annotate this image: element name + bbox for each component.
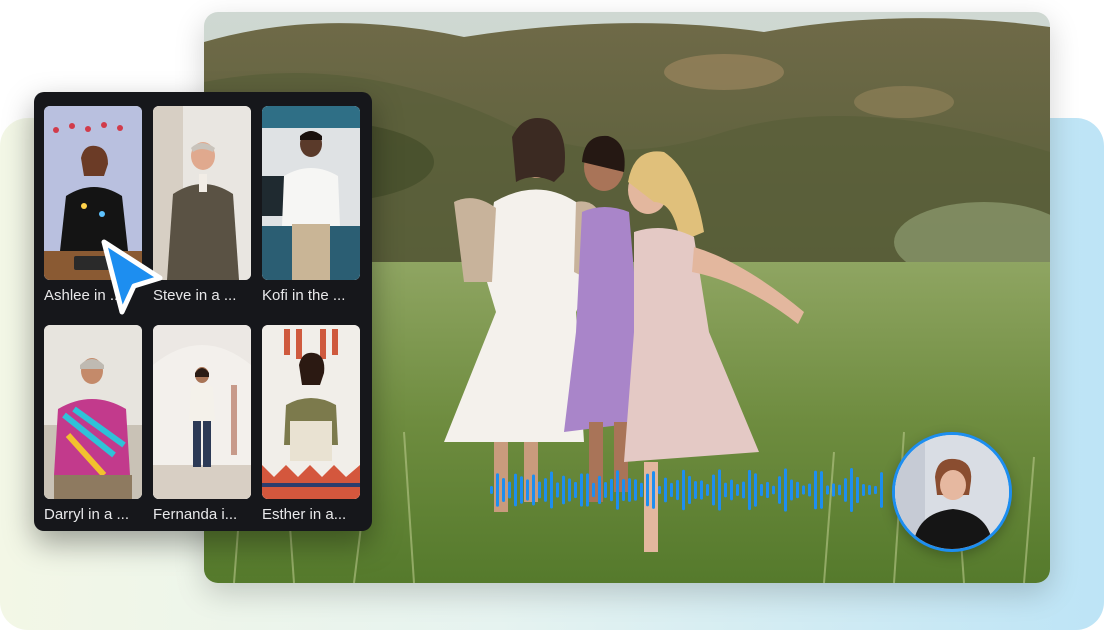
audio-waveform-icon xyxy=(490,468,883,512)
waveform-bar xyxy=(820,471,823,509)
waveform-bar xyxy=(544,478,547,502)
webcam-avatar-bubble[interactable] xyxy=(892,432,1012,552)
waveform-bar xyxy=(874,485,877,495)
waveform-bar xyxy=(598,475,601,505)
avatar-panel: Ashlee in ... Steve in a ... Kofi in the… xyxy=(34,92,372,531)
avatar-card-darryl[interactable]: Darryl in a ... xyxy=(44,325,142,523)
waveform-bar xyxy=(880,472,883,508)
waveform-bar xyxy=(574,481,577,499)
waveform-bar xyxy=(526,479,529,501)
waveform-bar xyxy=(700,480,703,500)
waveform-bar xyxy=(844,478,847,502)
waveform-bar xyxy=(610,478,613,502)
avatar-card-esther[interactable]: Esther in a... xyxy=(262,325,360,523)
waveform-bar xyxy=(718,469,721,511)
waveform-bar xyxy=(508,481,511,499)
avatar-card-label: Steve in a ... xyxy=(153,287,237,304)
avatar-thumbnail xyxy=(262,106,360,280)
waveform-bar xyxy=(826,485,829,495)
waveform-bar xyxy=(790,479,793,501)
waveform-bar xyxy=(568,478,571,502)
waveform-bar xyxy=(832,483,835,497)
waveform-bar xyxy=(772,485,775,495)
waveform-bar xyxy=(760,483,763,497)
waveform-bar xyxy=(688,475,691,505)
waveform-bar xyxy=(796,481,799,499)
avatar-thumbnail xyxy=(262,325,360,499)
waveform-bar xyxy=(676,479,679,501)
waveform-bar xyxy=(778,476,781,504)
waveform-bar xyxy=(634,479,637,501)
avatar-card-label: Esther in a... xyxy=(262,506,347,523)
waveform-bar xyxy=(694,480,697,500)
waveform-bar xyxy=(808,483,811,497)
avatar-card-label: Kofi in the ... xyxy=(262,287,346,304)
waveform-bar xyxy=(646,473,649,507)
waveform-bar xyxy=(652,471,655,509)
avatar-card-fernanda[interactable]: Fernanda i... xyxy=(153,325,251,523)
waveform-bar xyxy=(664,477,667,503)
presenter-avatar xyxy=(895,435,1009,549)
waveform-bar xyxy=(496,473,499,507)
waveform-bar xyxy=(862,483,865,497)
waveform-bar xyxy=(586,473,589,507)
waveform-bar xyxy=(850,468,853,512)
waveform-bar xyxy=(640,482,643,498)
waveform-bar xyxy=(712,474,715,506)
waveform-bar xyxy=(730,479,733,501)
avatar-thumbnail xyxy=(44,325,142,499)
avatar-thumbnail xyxy=(153,325,251,499)
waveform-bar xyxy=(550,471,553,509)
waveform-bar xyxy=(838,484,841,496)
waveform-bar xyxy=(616,470,619,510)
waveform-bar xyxy=(520,476,523,504)
waveform-bar xyxy=(604,482,607,498)
waveform-bar xyxy=(742,481,745,499)
waveform-bar xyxy=(754,473,757,507)
waveform-bar xyxy=(868,485,871,495)
waveform-bar xyxy=(532,474,535,506)
waveform-bar xyxy=(538,481,541,499)
waveform-bar xyxy=(724,482,727,498)
waveform-bar xyxy=(748,469,751,511)
avatar-card-kofi[interactable]: Kofi in the ... xyxy=(262,106,360,304)
waveform-bar xyxy=(502,477,505,503)
waveform-bar xyxy=(622,478,625,502)
waveform-bar xyxy=(628,478,631,502)
waveform-bar xyxy=(580,473,583,507)
waveform-bar xyxy=(736,484,739,496)
waveform-bar xyxy=(802,485,805,495)
waveform-bar xyxy=(814,470,817,510)
waveform-bar xyxy=(856,476,859,504)
avatar-card-label: Darryl in a ... xyxy=(44,506,130,523)
waveform-bar xyxy=(556,482,559,498)
waveform-bar xyxy=(670,482,673,498)
waveform-bar xyxy=(514,473,517,507)
waveform-bar xyxy=(658,485,661,495)
avatar-card-label: Fernanda i... xyxy=(153,506,238,523)
waveform-bar xyxy=(706,484,709,496)
waveform-bar xyxy=(490,486,493,494)
waveform-bar xyxy=(766,481,769,499)
waveform-bar xyxy=(562,475,565,505)
waveform-bar xyxy=(784,468,787,512)
waveform-bar xyxy=(592,482,595,498)
pointer-arrow-icon xyxy=(101,239,163,315)
waveform-bar xyxy=(682,469,685,511)
